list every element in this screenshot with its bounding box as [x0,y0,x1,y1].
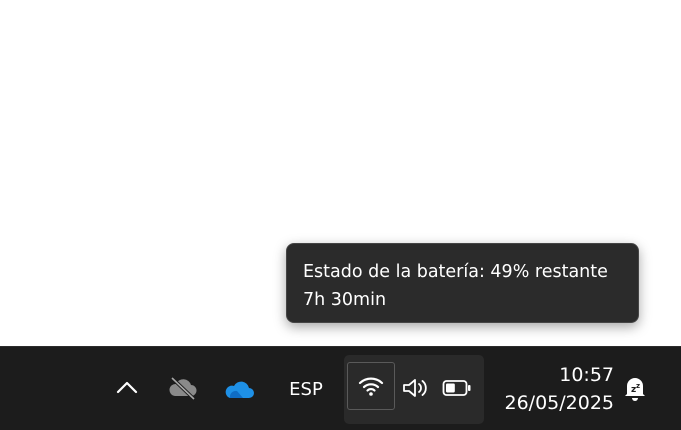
clock-button[interactable]: 10:57 26/05/2025 [494,361,614,417]
volume-button[interactable] [399,374,433,402]
tooltip-battery-status: Estado de la batería: 49% restante [303,262,608,282]
clock-date: 26/05/2025 [504,392,614,414]
cloud-off-icon [169,376,197,400]
taskbar: ESP 10:57 26/05/2025 z z [0,346,681,430]
volume-icon [403,379,427,397]
cloud-offline-button[interactable] [165,373,201,403]
svg-text:z: z [636,382,640,390]
screen: Estado de la batería: 49% restante 7h 30… [0,0,681,430]
notification-bell-snooze-icon: z z [625,378,645,401]
chevron-up-icon [116,381,138,394]
clock-time: 10:57 [559,364,614,386]
notifications-button[interactable]: z z [618,371,652,405]
tooltip-battery-time: 7h 30min [303,290,387,310]
onedrive-cloud-icon [225,381,254,398]
battery-icon [442,380,471,396]
wifi-button[interactable] [347,362,395,410]
language-indicator-button[interactable]: ESP [283,373,329,405]
battery-button[interactable] [440,374,474,402]
onedrive-button[interactable] [221,375,257,403]
show-hidden-icons-button[interactable] [112,371,142,403]
quick-settings-button[interactable] [344,355,484,424]
wifi-icon [358,377,384,396]
battery-tooltip: Estado de la batería: 49% restante 7h 30… [286,243,639,323]
